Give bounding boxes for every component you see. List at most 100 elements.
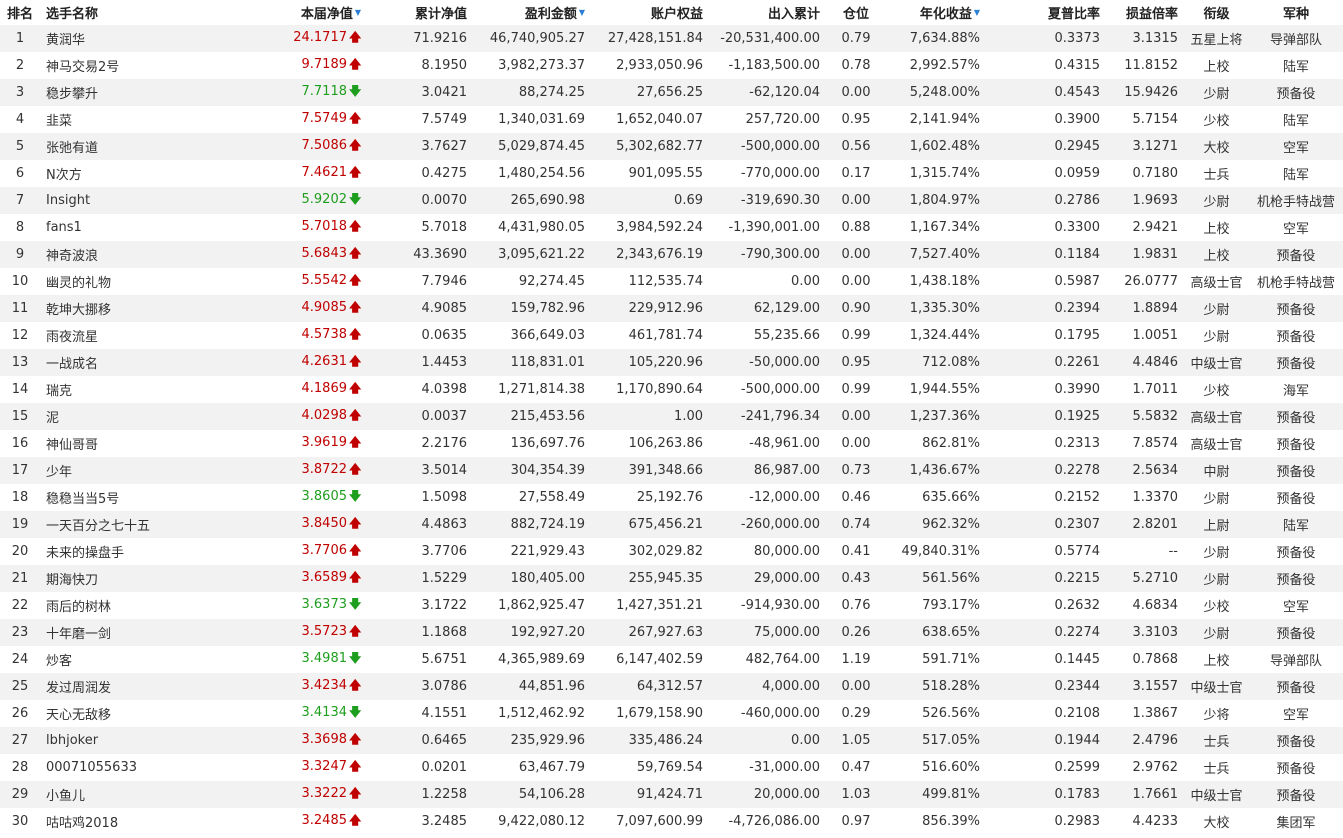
cell-player-name[interactable]: 十年磨一剑 — [40, 619, 240, 646]
table-row[interactable]: 27 lbhjoker 3.3698 🡅 0.6465 235,929.96 335,486… — [0, 727, 1343, 754]
cell-rank: 5 — [0, 133, 40, 160]
cell-position: 0.29 — [826, 700, 886, 727]
cell-position: 1.19 — [826, 646, 886, 673]
column-header-profit-amount[interactable]: 盈利金额 ▼ — [473, 0, 591, 25]
table-row[interactable]: 16 神仙哥哥 3.9619 🡅 2.2176 136,697.76 106,263.86-… — [0, 430, 1343, 457]
cell-cumulative-nav: 43.3690 — [367, 241, 473, 268]
cell-position: 0.00 — [826, 268, 886, 295]
cell-player-name[interactable]: 炒客 — [40, 646, 240, 673]
arrow-up-icon: 🡅 — [349, 462, 362, 476]
cell-current-nav: 24.1717 🡅 — [240, 25, 367, 52]
cell-player-name[interactable]: 神仙哥哥 — [40, 430, 240, 457]
cell-player-name[interactable]: 天心无敌移 — [40, 700, 240, 727]
cell-player-name[interactable]: lbhjoker — [40, 727, 240, 754]
cell-current-nav: 3.8450 🡅 — [240, 511, 367, 538]
cell-profit-loss-ratio: 26.0777 — [1106, 268, 1184, 295]
cell-player-name[interactable]: 小鱼儿 — [40, 781, 240, 808]
table-row[interactable]: 22 雨后的树林 3.6373 🡇 3.1722 1,862,925.47 1,427,35… — [0, 592, 1343, 619]
cell-profit-amount: 4,431,980.05 — [473, 214, 591, 241]
column-header-current-nav[interactable]: 本届净值 ▼ — [240, 0, 367, 25]
table-row[interactable]: 29 小鱼儿 3.3222 🡅 1.2258 54,106.28 91,424.71 20,0… — [0, 781, 1343, 808]
nav-value: 3.3698 — [301, 732, 348, 747]
cell-player-name[interactable]: 乾坤大挪移 — [40, 295, 240, 322]
table-row[interactable]: 10 幽灵的礼物 5.5542 🡅 7.7946 92,274.45 112,535.74 0… — [0, 268, 1343, 295]
cell-sharpe-ratio: 0.4543 — [986, 79, 1106, 106]
cell-rank: 11 — [0, 295, 40, 322]
table-row[interactable]: 25 发过周润发 3.4234 🡅 3.0786 44,851.96 64,312.57 4,… — [0, 673, 1343, 700]
table-row[interactable]: 1 黄润华 24.1717 🡅 71.9216 46,740,905.27 27,428,1… — [0, 25, 1343, 52]
cell-player-name[interactable]: 神马交易2号 — [40, 52, 240, 79]
cell-current-nav: 3.3222 🡅 — [240, 781, 367, 808]
table-row[interactable]: 17 少年 3.8722 🡅 3.5014 304,354.39 391,348.66 86,… — [0, 457, 1343, 484]
table-row[interactable]: 20 未来的操盘手 3.7706 🡅 3.7706 221,929.43 302,029.8… — [0, 538, 1343, 565]
cell-player-name[interactable]: 瑞克 — [40, 376, 240, 403]
cell-grade: 士兵 — [1184, 754, 1249, 781]
table-row[interactable]: 14 瑞克 4.1869 🡅 4.0398 1,271,814.38 1,170,890.6… — [0, 376, 1343, 403]
cell-player-name[interactable]: 神奇波浪 — [40, 241, 240, 268]
cell-player-name[interactable]: N次方 — [40, 160, 240, 187]
cell-account-equity: 6,147,402.59 — [591, 646, 709, 673]
arrow-up-icon: 🡅 — [349, 246, 362, 260]
table-row[interactable]: 19 一天百分之七十五 3.8450 🡅 4.4863 882,724.19 675,456… — [0, 511, 1343, 538]
cell-player-name[interactable]: 泥 — [40, 403, 240, 430]
table-row[interactable]: 3 稳步攀升 7.7118 🡇 3.0421 88,274.25 27,656.25 -62,… — [0, 79, 1343, 106]
cell-player-name[interactable]: 发过周润发 — [40, 673, 240, 700]
table-row[interactable]: 5 张弛有道 7.5086 🡅 3.7627 5,029,874.45 5,302,682.… — [0, 133, 1343, 160]
table-row[interactable]: 8 fans1 5.7018 🡅 5.7018 4,431,980.05 3,984,592… — [0, 214, 1343, 241]
cell-player-name[interactable]: 韭菜 — [40, 106, 240, 133]
cell-player-name[interactable]: 少年 — [40, 457, 240, 484]
table-row[interactable]: 23 十年磨一剑 3.5723 🡅 1.1868 192,927.20 267,927.63… — [0, 619, 1343, 646]
cell-player-name[interactable]: 一天百分之七十五 — [40, 511, 240, 538]
table-row[interactable]: 18 稳稳当当5号 3.8605 🡇 1.5098 27,558.49 25,192.76-… — [0, 484, 1343, 511]
table-row[interactable]: 30 咕咕鸡2018 3.2485 🡅 3.2485 9,422,080.12 7,097,… — [0, 808, 1343, 835]
table-row[interactable]: 12 雨夜流星 4.5738 🡅 0.0635 366,649.03 461,781.74 5… — [0, 322, 1343, 349]
cell-profit-amount: 192,927.20 — [473, 619, 591, 646]
cell-branch: 陆军 — [1249, 52, 1343, 79]
cell-current-nav: 4.5738 🡅 — [240, 322, 367, 349]
cell-player-name[interactable]: 张弛有道 — [40, 133, 240, 160]
column-header-annualized-return[interactable]: 年化收益 ▼ — [886, 0, 986, 25]
cell-player-name[interactable]: 雨夜流星 — [40, 322, 240, 349]
cell-annualized-return: 2,992.57% — [886, 52, 986, 79]
cell-net-flow: -241,796.34 — [709, 403, 826, 430]
sort-down-icon[interactable]: ▼ — [579, 8, 585, 17]
cell-player-name[interactable]: 一战成名 — [40, 349, 240, 376]
table-row[interactable]: 9 神奇波浪 5.6843 🡅 43.3690 3,095,621.22 2,343,676… — [0, 241, 1343, 268]
table-row[interactable]: 24 炒客 3.4981 🡇 5.6751 4,365,989.69 6,147,402.5… — [0, 646, 1343, 673]
cell-account-equity: 335,486.24 — [591, 727, 709, 754]
cell-player-name[interactable]: fans1 — [40, 214, 240, 241]
table-row[interactable]: 15 泥 4.0298 🡅 0.0037 215,453.56 1.00 -241,796.3… — [0, 403, 1343, 430]
cell-profit-amount: 304,354.39 — [473, 457, 591, 484]
table-body: 1 黄润华 24.1717 🡅 71.9216 46,740,905.27 27,428,1… — [0, 25, 1343, 835]
table-row[interactable]: 11 乾坤大挪移 4.9085 🡅 4.9085 159,782.96 229,912.96… — [0, 295, 1343, 322]
table-row[interactable]: 7 Insight 5.9202 🡇 0.0070 265,690.98 0.69 -319,… — [0, 187, 1343, 214]
cell-profit-loss-ratio: 4.4233 — [1106, 808, 1184, 835]
table-row[interactable]: 26 天心无敌移 3.4134 🡇 4.1551 1,512,462.92 1,679,15… — [0, 700, 1343, 727]
cell-player-name[interactable]: 雨后的树林 — [40, 592, 240, 619]
cell-player-name[interactable]: 咕咕鸡2018 — [40, 808, 240, 835]
nav-value: 3.6589 — [301, 570, 348, 585]
nav-value: 3.8605 — [301, 489, 348, 504]
cell-cumulative-nav: 0.4275 — [367, 160, 473, 187]
cell-cumulative-nav: 4.1551 — [367, 700, 473, 727]
cell-player-name[interactable]: Insight — [40, 187, 240, 214]
cell-profit-amount: 63,467.79 — [473, 754, 591, 781]
table-row[interactable]: 2 神马交易2号 9.7189 🡅 8.1950 3,982,273.37 2,933,05… — [0, 52, 1343, 79]
table-row[interactable]: 28 00071055633 3.3247 🡅 0.0201 63,467.79 59,76… — [0, 754, 1343, 781]
cell-player-name[interactable]: 稳稳当当5号 — [40, 484, 240, 511]
cell-branch: 陆军 — [1249, 160, 1343, 187]
cell-rank: 28 — [0, 754, 40, 781]
cell-player-name[interactable]: 期海快刀 — [40, 565, 240, 592]
table-row[interactable]: 6 N次方 7.4621 🡅 0.4275 1,480,254.56 901,095.55-… — [0, 160, 1343, 187]
cell-player-name[interactable]: 00071055633 — [40, 754, 240, 781]
sort-down-icon[interactable]: ▼ — [355, 8, 361, 17]
table-row[interactable]: 21 期海快刀 3.6589 🡅 1.5229 180,405.00 255,945.35 2… — [0, 565, 1343, 592]
cell-player-name[interactable]: 未来的操盘手 — [40, 538, 240, 565]
sort-down-icon[interactable]: ▼ — [974, 8, 980, 17]
table-row[interactable]: 13 一战成名 4.2631 🡅 1.4453 118,831.01 105,220.96-… — [0, 349, 1343, 376]
cell-player-name[interactable]: 黄润华 — [40, 25, 240, 52]
cell-player-name[interactable]: 稳步攀升 — [40, 79, 240, 106]
cell-profit-amount: 27,558.49 — [473, 484, 591, 511]
table-row[interactable]: 4 韭菜 7.5749 🡅 7.5749 1,340,031.69 1,652,040.07… — [0, 106, 1343, 133]
cell-player-name[interactable]: 幽灵的礼物 — [40, 268, 240, 295]
